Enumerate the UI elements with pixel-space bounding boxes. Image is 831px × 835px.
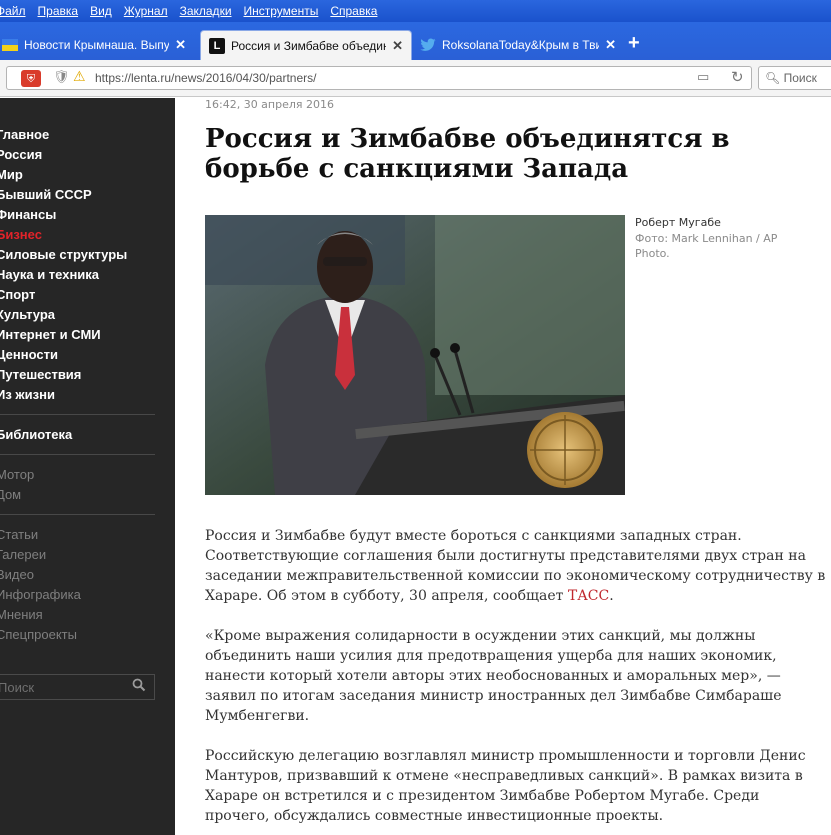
sidebar-item-media[interactable]: Интернет и СМИ [0, 327, 101, 342]
menu-bar: Файл Правка Вид Журнал Закладки Инструме… [0, 0, 831, 22]
source-link-tass[interactable]: ТАСС [568, 588, 609, 604]
article-paragraph: Россия и Зимбабве будут вместе бороться … [205, 526, 827, 606]
tab-krymnasha[interactable]: Новости Крымнаша. Выпуск... ✕ [0, 30, 194, 60]
sidebar-item-security[interactable]: Силовые структуры [0, 247, 127, 262]
menu-view[interactable]: Вид [90, 4, 112, 18]
photo-credit: Фото: Mark Lennihan / AP Photo. [635, 232, 778, 260]
photo-caption: Роберт Мугабе [635, 216, 721, 229]
sidebar-item-special-projects[interactable]: Спецпроекты [0, 627, 77, 642]
sidebar-item-former-ussr[interactable]: Бывший СССР [0, 187, 92, 202]
search-icon: 🔍︎ [765, 71, 781, 85]
sidebar-item-culture[interactable]: Культура [0, 307, 55, 322]
close-icon[interactable]: ✕ [392, 38, 403, 54]
url-text[interactable]: https://lenta.ru/news/2016/04/30/partner… [95, 71, 316, 85]
tab-label: Россия и Зимбабве объедин... [231, 38, 387, 53]
sidebar-item-travel[interactable]: Путешествия [0, 367, 81, 382]
sidebar-item-galleries[interactable]: Галереи [0, 547, 46, 562]
article-photo[interactable] [205, 215, 625, 495]
new-tab-button[interactable]: + [628, 32, 640, 55]
navigation-bar: ⛨ 🛡 ⚠ https://lenta.ru/news/2016/04/30/p… [0, 60, 831, 97]
twitter-bird-icon [420, 37, 436, 53]
sidebar-nav: Главное Россия Мир Бывший СССР Финансы Б… [0, 98, 175, 835]
sidebar-item-dom[interactable]: Дом [0, 487, 21, 502]
sidebar-item-science[interactable]: Наука и техника [0, 267, 99, 282]
menu-tools[interactable]: Инструменты [244, 4, 319, 18]
menu-help[interactable]: Справка [330, 4, 377, 18]
url-bar[interactable]: ⛨ 🛡 ⚠ https://lenta.ru/news/2016/04/30/p… [6, 66, 752, 90]
menu-edit[interactable]: Правка [38, 4, 79, 18]
paragraph-text: . [609, 588, 614, 604]
sidebar-item-world[interactable]: Мир [0, 167, 23, 182]
reload-icon[interactable]: ↻ [731, 68, 744, 86]
sidebar-item-life[interactable]: Из жизни [0, 387, 55, 402]
tab-label: Новости Крымнаша. Выпуск... [24, 38, 170, 52]
sidebar-item-opinions[interactable]: Мнения [0, 607, 43, 622]
article-timestamp: 16:42, 30 апреля 2016 [205, 98, 335, 111]
menu-history[interactable]: Журнал [124, 4, 168, 18]
sidebar-item-sport[interactable]: Спорт [0, 287, 35, 302]
sidebar-divider [0, 454, 155, 455]
reader-view-icon[interactable]: ▭ [697, 70, 709, 85]
addon-shield-icon[interactable]: ⛨ [21, 70, 41, 87]
article-title: Россия и Зимбабве объединятся в борьбе с… [205, 124, 730, 184]
paragraph-text: Россия и Зимбабве будут вместе бороться … [205, 528, 826, 604]
sidebar-item-values[interactable]: Ценности [0, 347, 58, 362]
sidebar-item-video[interactable]: Видео [0, 567, 34, 582]
close-icon[interactable]: ✕ [175, 37, 186, 53]
sidebar-item-russia[interactable]: Россия [0, 147, 42, 162]
close-icon[interactable]: ✕ [605, 37, 616, 53]
sidebar-item-main[interactable]: Главное [0, 127, 49, 142]
sidebar-item-motor[interactable]: Мотор [0, 467, 34, 482]
sidebar-item-articles[interactable]: Статьи [0, 527, 38, 542]
sidebar-item-business[interactable]: Бизнес [0, 227, 42, 242]
sidebar-item-infographics[interactable]: Инфографика [0, 587, 81, 602]
menu-file[interactable]: Файл [0, 4, 26, 18]
tab-twitter[interactable]: RoksolanaToday&Крым в Тви... ✕ [412, 30, 624, 60]
sidebar-item-finance[interactable]: Финансы [0, 207, 56, 222]
sidebar-search-input[interactable]: Поиск [0, 674, 155, 700]
lock-icon[interactable]: 🛡 [53, 70, 70, 85]
ukraine-flag-icon [2, 37, 18, 53]
article-paragraph: Российскую делегацию возглавлял министр … [205, 748, 806, 824]
sidebar-search-placeholder: Поиск [0, 680, 35, 695]
sidebar-item-library[interactable]: Библиотека [0, 427, 72, 442]
search-placeholder: Поиск [783, 71, 817, 85]
sidebar-divider [0, 414, 155, 415]
browser-search-field[interactable]: 🔍︎ Поиск [758, 66, 831, 90]
lenta-logo-icon: L [209, 37, 225, 54]
sidebar-divider [0, 514, 155, 515]
tab-lenta-article[interactable]: L Россия и Зимбабве объедин... ✕ [200, 30, 412, 60]
tab-label: RoksolanaToday&Крым в Тви... [442, 38, 600, 52]
tab-strip: Новости Крымнаша. Выпуск... ✕ L Россия и… [0, 22, 831, 60]
article-paragraph: «Кроме выражения солидарности в осуждени… [205, 628, 782, 724]
warning-icon[interactable]: ⚠ [73, 69, 86, 85]
menu-bookmarks[interactable]: Закладки [180, 4, 232, 18]
search-icon[interactable] [132, 678, 146, 696]
